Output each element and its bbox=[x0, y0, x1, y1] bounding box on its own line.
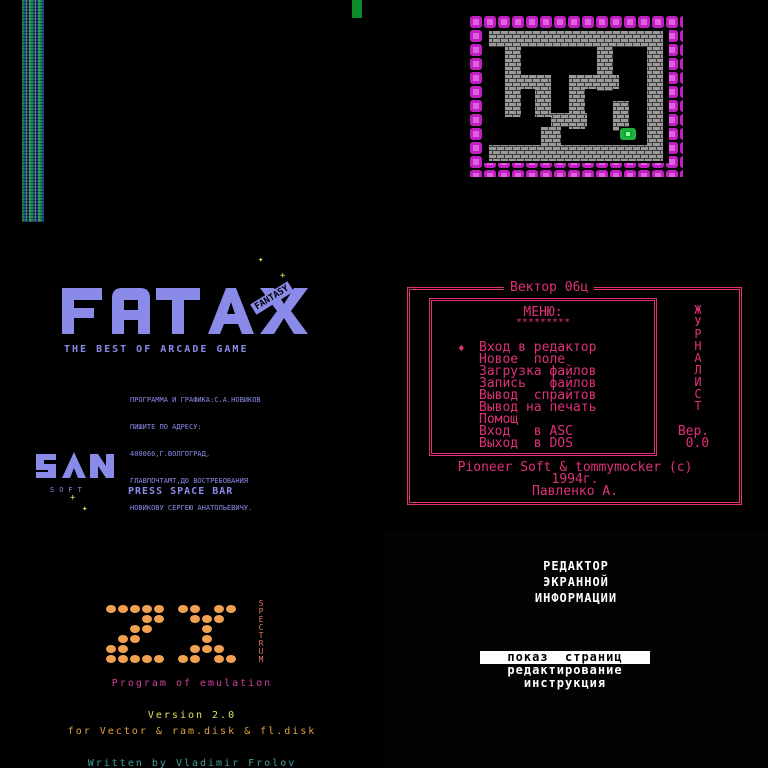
zx-logo-dot bbox=[118, 605, 128, 613]
side-label-zhurnalist: ЖУРНАЛИСТ bbox=[691, 304, 705, 412]
version-value: 0.0 bbox=[685, 436, 710, 451]
zx-logo-dot bbox=[154, 655, 164, 663]
zx-logo-dot bbox=[106, 655, 116, 663]
san-soft-sublabel: SOFT bbox=[50, 486, 87, 494]
zx-logo-dot bbox=[190, 655, 200, 663]
zx-spectrum-label: SPECTRUM bbox=[256, 600, 266, 664]
editor-title-line: РЕДАКТОР bbox=[543, 559, 609, 573]
panel-vector-menu: Вектор 06ц МЕНЮ: ********* ♦ Вход в реда… bbox=[384, 230, 768, 530]
player-tank bbox=[619, 127, 637, 141]
menu-items-list: Вход в редактор Новое поле Загрузка файл… bbox=[479, 341, 596, 450]
sparkle-icon: + bbox=[280, 271, 286, 281]
zx-logo-dot bbox=[118, 645, 128, 653]
credits-line: 400066,Г.ВОЛГОГРАД, bbox=[130, 450, 211, 458]
maze-board bbox=[469, 15, 683, 177]
panel-maze-game bbox=[384, 0, 768, 230]
sparkle-icon: ✦ bbox=[82, 504, 88, 514]
footer-author: Павленко А. bbox=[531, 484, 619, 499]
credits-line: ПИШИТЕ ПО АДРЕСУ: bbox=[130, 423, 202, 431]
sparkle-icon: ✦ bbox=[258, 255, 264, 265]
zx-logo-dot bbox=[154, 615, 164, 623]
zx-logo-dot bbox=[106, 645, 116, 653]
credits-line: НОВИКОВУ СЕРГЕЮ АНАТОЛЬЕВИЧУ. bbox=[130, 504, 253, 512]
zx-logo-dot bbox=[214, 615, 224, 623]
zx-logo-dot bbox=[214, 645, 224, 653]
credits-line: ПРОГРАММА И ГРАФИКА:С.А.НОВИКОВ bbox=[130, 396, 261, 404]
spectrum-letter: M bbox=[258, 655, 264, 664]
zx-logo-dot bbox=[106, 605, 116, 613]
editor-menu-instructions[interactable]: инструкция bbox=[480, 677, 650, 690]
fatax-credits: ПРОГРАММА И ГРАФИКА:С.А.НОВИКОВ ПИШИТЕ П… bbox=[130, 378, 261, 530]
loading-noise-strip bbox=[22, 0, 44, 222]
zx-author: Written by Vladimir Frolov bbox=[87, 758, 297, 768]
zx-logo-dot bbox=[202, 625, 212, 633]
zx-target: for Vector & ram.disk & fl.disk bbox=[67, 726, 317, 737]
editor-title-line: ИНФОРМАЦИИ bbox=[534, 591, 618, 605]
zx-version: Version 2.0 bbox=[147, 710, 237, 721]
zx-logo bbox=[106, 605, 236, 663]
zx-logo-dot bbox=[178, 655, 188, 663]
san-soft-logo bbox=[36, 452, 114, 478]
zx-logo-dot bbox=[130, 655, 140, 663]
zx-logo-dot bbox=[142, 625, 152, 633]
zx-logo-dot bbox=[226, 655, 236, 663]
zx-logo-dot bbox=[214, 655, 224, 663]
zx-logo-dot bbox=[202, 615, 212, 623]
fatax-tagline: THE BEST OF ARCADE GAME bbox=[64, 344, 249, 355]
zx-logo-dot bbox=[226, 605, 236, 613]
zx-logo-dot bbox=[154, 605, 164, 613]
menu-window-title: Вектор 06ц bbox=[504, 280, 595, 295]
zx-logo-dot bbox=[118, 635, 128, 643]
version-info: Вер. 0.0 bbox=[670, 425, 710, 451]
zx-logo-dot bbox=[142, 605, 152, 613]
zx-logo-dot bbox=[178, 605, 188, 613]
zx-logo-dot bbox=[190, 605, 200, 613]
zx-subtitle: Program of emulation bbox=[111, 678, 273, 689]
zx-logo-dot bbox=[118, 655, 128, 663]
panel-zx-emulator: SPECTRUM Program of emulation Version 2.… bbox=[0, 530, 384, 768]
zx-logo-dot bbox=[130, 635, 140, 643]
zx-logo-dot bbox=[142, 655, 152, 663]
sparkle-icon: + bbox=[70, 493, 76, 503]
zx-logo-dot bbox=[214, 605, 224, 613]
menu-cursor-icon: ♦ bbox=[458, 342, 465, 355]
credits-line: ГЛАВПОЧТАМТ,ДО ВОСТРЕБОВАНИЯ bbox=[130, 477, 249, 485]
zx-logo-dot bbox=[190, 615, 200, 623]
zx-logo-dot bbox=[190, 645, 200, 653]
panel-loading-screen bbox=[0, 0, 384, 230]
zx-logo-dot bbox=[202, 635, 212, 643]
menu-item-exit-dos[interactable]: Выход в DOS bbox=[479, 437, 596, 450]
loading-progress-mark bbox=[352, 0, 362, 18]
zx-logo-dot bbox=[142, 615, 152, 623]
panel-screen-editor: РЕДАКТОР ЭКРАННОЙ ИНФОРМАЦИИ показ стран… bbox=[384, 530, 768, 768]
zx-logo-dot bbox=[130, 625, 140, 633]
press-space-prompt: PRESS SPACE BAR bbox=[128, 486, 234, 497]
panel-fatax-title: ✦ + + ✦ FANTASY THE BEST OF ARCADE GAME … bbox=[0, 230, 384, 530]
menu-underline: ********* bbox=[515, 317, 571, 328]
zx-logo-dot bbox=[202, 645, 212, 653]
side-label-letter: Т bbox=[694, 399, 702, 413]
zx-logo-dot bbox=[130, 605, 140, 613]
editor-title-line: ЭКРАННОЙ bbox=[543, 575, 609, 589]
